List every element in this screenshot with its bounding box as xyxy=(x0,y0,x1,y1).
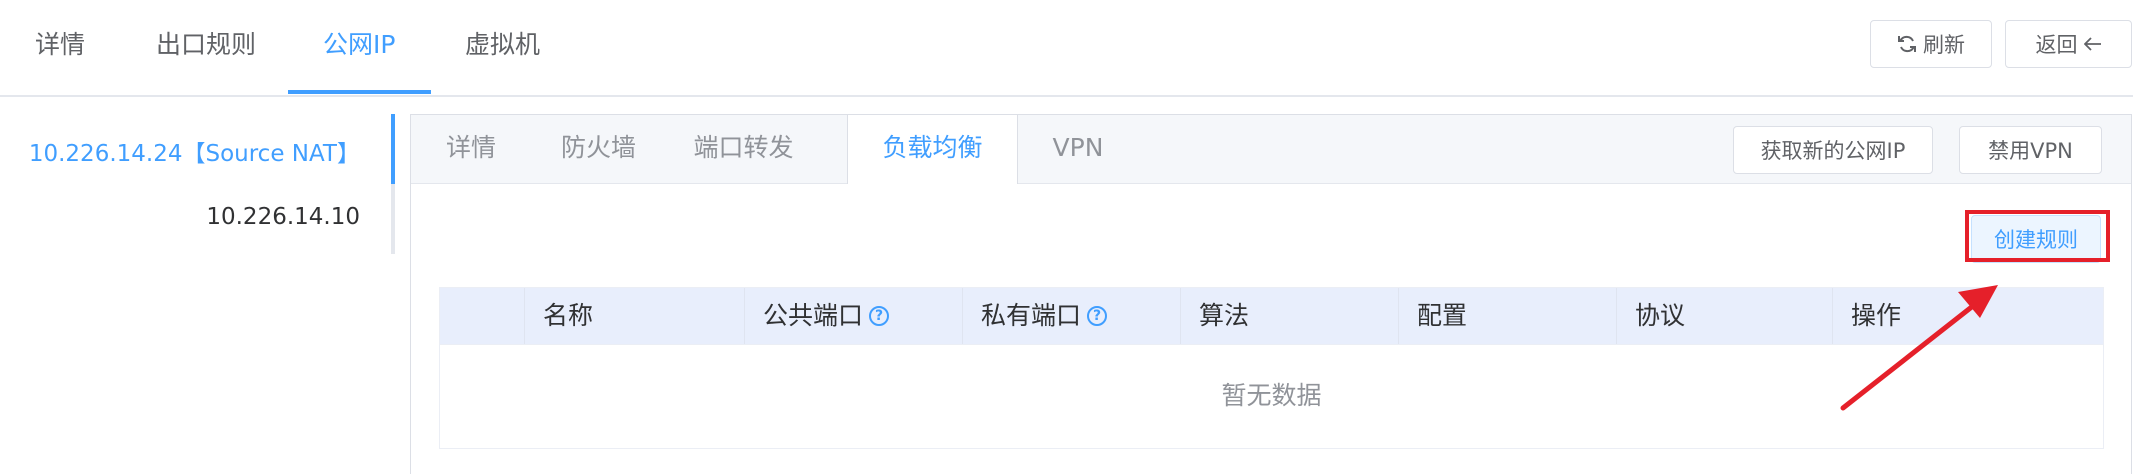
annotation-arrow xyxy=(1840,285,1998,411)
